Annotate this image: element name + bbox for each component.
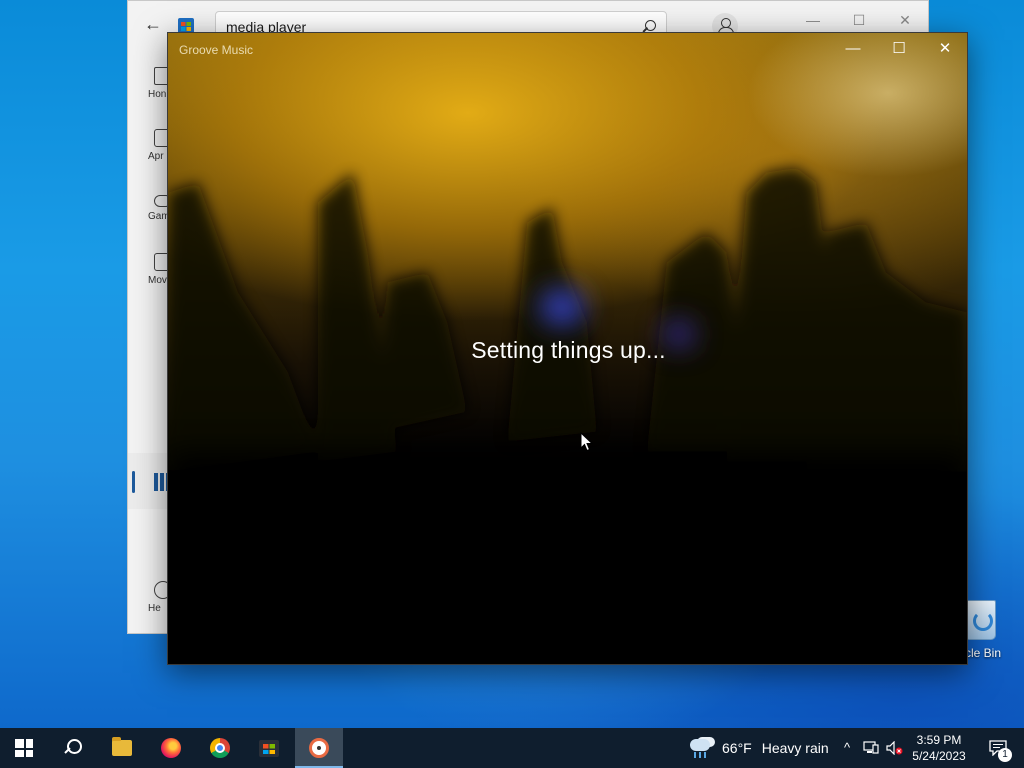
- close-button[interactable]: ✕: [922, 33, 967, 65]
- rain-cloud-icon: [688, 737, 714, 759]
- windows-logo-icon: [15, 739, 33, 757]
- taskbar-microsoft-store[interactable]: [245, 728, 293, 768]
- weather-temperature: 66°F: [722, 740, 752, 756]
- clock-date: 5/24/2023: [912, 749, 966, 763]
- minimize-button[interactable]: —: [830, 33, 876, 65]
- start-button[interactable]: [0, 728, 48, 768]
- firefox-icon: [161, 738, 181, 758]
- maximize-button[interactable]: ☐: [876, 33, 922, 65]
- recycle-bin-icon: [964, 600, 996, 640]
- store-minimize-button[interactable]: —: [790, 7, 836, 33]
- taskbar-search-button[interactable]: [48, 728, 96, 768]
- taskbar-file-explorer[interactable]: [98, 728, 146, 768]
- mouse-cursor-icon: [580, 432, 594, 452]
- search-icon: [62, 738, 82, 758]
- network-icon[interactable]: [860, 728, 882, 768]
- action-center-button[interactable]: 1: [978, 728, 1018, 768]
- notification-count-badge: 1: [998, 748, 1012, 762]
- show-hidden-icons-button[interactable]: ^: [838, 728, 856, 768]
- taskbar-firefox[interactable]: [147, 728, 195, 768]
- weather-condition: Heavy rain: [761, 740, 829, 756]
- weather-widget[interactable]: 66°F Heavy rain: [688, 728, 829, 768]
- store-icon: [259, 740, 279, 757]
- clock-time: 3:59 PM: [916, 733, 962, 747]
- taskbar-groove-music[interactable]: [295, 728, 343, 768]
- system-clock[interactable]: 3:59 PM 5/24/2023: [908, 728, 970, 768]
- folder-icon: [112, 737, 132, 756]
- store-close-button[interactable]: ✕: [882, 7, 928, 33]
- store-maximize-button[interactable]: ☐: [836, 7, 882, 33]
- taskbar-chrome[interactable]: [196, 728, 244, 768]
- back-arrow-icon[interactable]: ←: [142, 13, 164, 35]
- loading-status-text: Setting things up...: [471, 337, 666, 363]
- groove-music-window: Groove Music — ☐ ✕ Setting things up...: [167, 32, 968, 665]
- taskbar: 66°F Heavy rain ^ 3:59 PM 5/24/2023 1: [0, 728, 1024, 768]
- window-title: Groove Music: [179, 43, 254, 57]
- groove-icon: [309, 738, 329, 758]
- volume-muted-icon[interactable]: [884, 728, 906, 768]
- selection-indicator: [132, 471, 135, 493]
- chrome-icon: [210, 738, 230, 758]
